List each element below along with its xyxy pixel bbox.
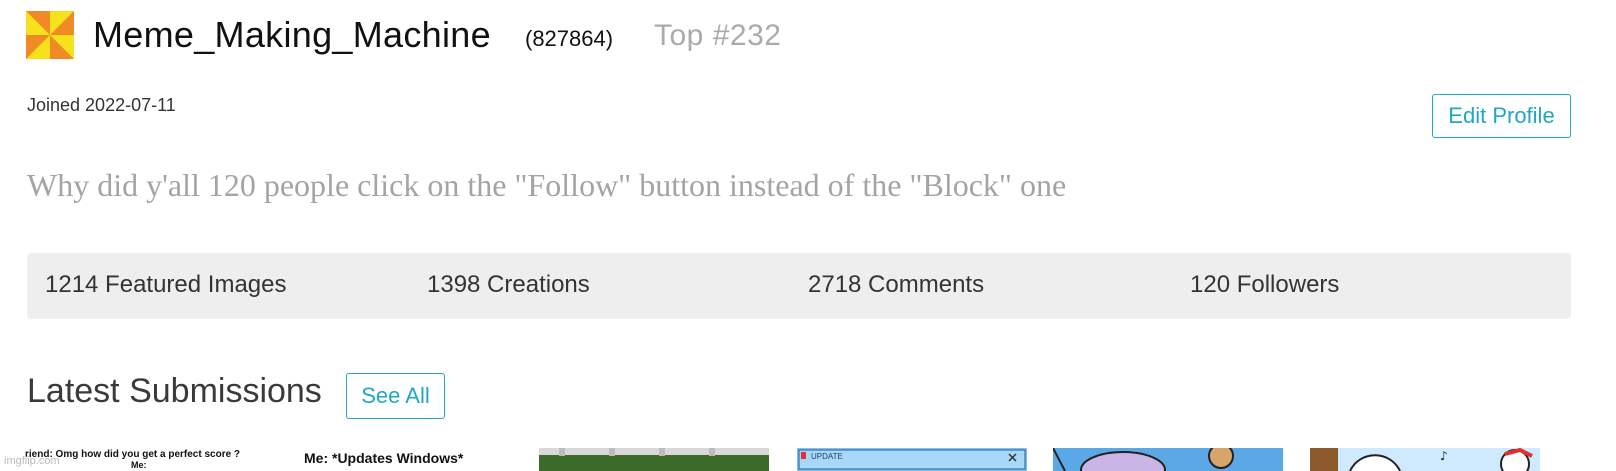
submission-thumbnail[interactable]: UPDATE [797,448,1027,471]
username: Meme_Making_Machine [93,14,491,55]
user-rank: Top #232 [654,19,782,52]
avatar[interactable] [26,11,74,59]
submission-thumbnail[interactable]: Me: *Updates Windows* [282,448,512,471]
latest-submissions-title: Latest Submissions [27,372,322,410]
submission-thumbnail[interactable] [539,448,769,471]
edit-profile-button[interactable]: Edit Profile [1432,94,1571,138]
stat-creations[interactable]: 1398 Creations [427,271,590,299]
thumbnail-caption: Me: *Updates Windows* [304,450,464,466]
imgflip-watermark: imgflip.com [4,455,60,467]
stat-comments[interactable]: 2718 Comments [808,271,984,299]
svg-text:♪: ♪ [1440,449,1448,463]
stat-featured-images[interactable]: 1214 Featured Images [45,271,287,299]
thumbnail-caption: UPDATE [811,452,843,461]
profile-bio: Why did y'all 120 people click on the "F… [27,167,1067,203]
see-all-button[interactable]: See All [346,373,445,419]
cartoon-image-icon [1053,448,1283,471]
submission-thumbnail[interactable]: ♪ [1310,448,1540,471]
thumbnail-caption: Me: [131,460,147,470]
stat-followers[interactable]: 120 Followers [1190,271,1339,299]
user-points: (827864) [525,26,614,51]
cartoon-image-icon: ♪ [1310,448,1540,471]
pinwheel-avatar-icon [26,11,74,59]
submission-thumbnail[interactable] [1053,448,1283,471]
grass-image-icon [539,448,769,471]
joined-date: Joined 2022-07-11 [27,95,176,115]
stats-bar: 1214 Featured Images 1398 Creations 2718… [27,253,1571,319]
